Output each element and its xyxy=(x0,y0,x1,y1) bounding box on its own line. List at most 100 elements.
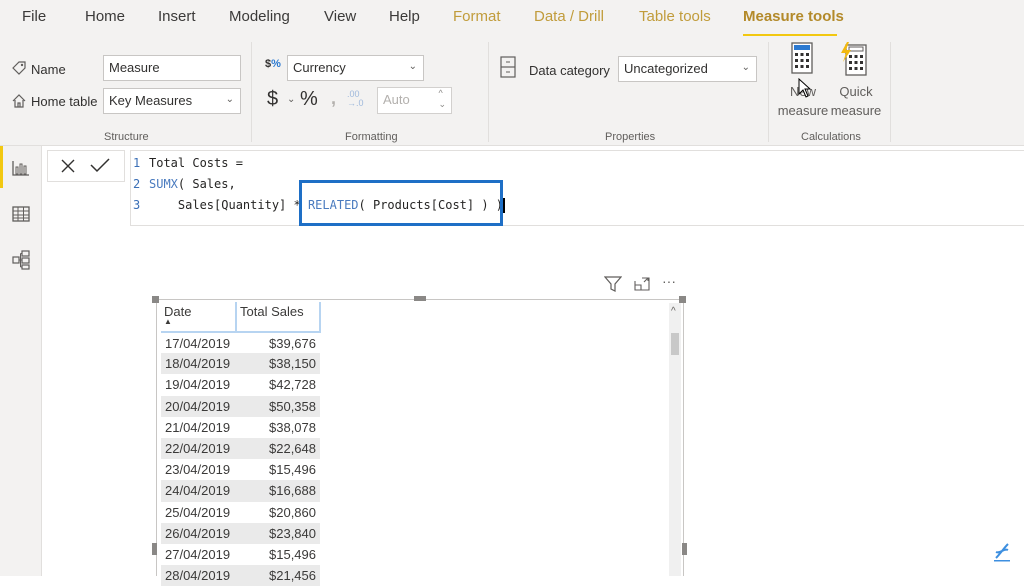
table-row: 27/04/2019 $15,496 xyxy=(161,544,320,565)
date-cell: 27/04/2019 xyxy=(165,546,231,562)
name-input[interactable]: Measure xyxy=(103,55,241,81)
active-view-indicator xyxy=(0,146,3,188)
date-cell: 25/04/2019 xyxy=(165,504,231,520)
total-sales-cell: $39,676 xyxy=(269,335,316,351)
data-category-select[interactable]: Uncategorized ⌄ xyxy=(618,56,757,82)
dax-formula-editor[interactable]: 1 Total Costs = 2 SUMX( Sales, 3 Sales[Qua… xyxy=(130,150,1024,226)
total-sales-cell: $38,150 xyxy=(236,353,320,375)
quick-measure-label-1: Quick xyxy=(839,84,873,99)
ribbon: Name Measure Home table Key Measures ⌄ St… xyxy=(0,36,1024,146)
resize-handle[interactable] xyxy=(152,543,157,555)
format-icon: $% xyxy=(265,58,281,70)
total-sales-cell: $20,860 xyxy=(269,504,316,520)
code-text: Sales[Quantity] * xyxy=(149,198,308,212)
menu-data-drill[interactable]: Data / Drill xyxy=(534,8,604,25)
menu-insert[interactable]: Insert xyxy=(158,8,196,25)
menu-table-tools[interactable]: Table tools xyxy=(639,8,711,25)
date-cell: 26/04/2019 xyxy=(161,522,236,544)
table-row: 22/04/2019 $22,648 xyxy=(161,437,320,460)
new-measure-label-2: measure xyxy=(777,103,829,118)
total-sales-cell: $15,496 xyxy=(269,546,316,562)
total-sales-cell: $23,840 xyxy=(236,522,320,544)
resize-handle[interactable] xyxy=(414,296,426,301)
formula-actions xyxy=(47,150,125,182)
currency-button[interactable]: $ xyxy=(267,88,278,111)
table-row: 25/04/2019 $20,860 xyxy=(161,502,320,523)
date-cell: 23/04/2019 xyxy=(165,462,231,478)
table-row: 18/04/2019 $38,150 xyxy=(161,353,320,375)
menu-format[interactable]: Format xyxy=(453,8,501,25)
decimal-decrease-icon[interactable]: .00 →.0 xyxy=(347,90,364,108)
menu-help[interactable]: Help xyxy=(389,8,420,25)
table-row: 24/04/2019 $16,688 xyxy=(161,480,320,502)
code-text: ( Sales, xyxy=(177,177,236,191)
properties-group-label: Properties xyxy=(605,131,656,143)
home-table-select[interactable]: Key Measures ⌄ xyxy=(103,88,241,114)
name-label: Name xyxy=(31,62,66,77)
tag-icon xyxy=(12,61,26,75)
menu-bar: File Home Insert Modeling View Help Form… xyxy=(0,0,1024,37)
vertical-scrollbar[interactable]: ^ xyxy=(669,303,681,576)
divider xyxy=(488,42,489,142)
code-text: Total Costs = xyxy=(149,156,243,170)
focus-mode-icon[interactable] xyxy=(634,277,650,291)
table-row: 23/04/2019 $15,496 xyxy=(161,459,320,480)
date-cell: 20/04/2019 xyxy=(161,395,236,417)
data-view-icon[interactable] xyxy=(11,204,31,224)
quick-measure-label-2: measure xyxy=(830,103,882,118)
scroll-up-icon[interactable]: ^ xyxy=(671,306,676,317)
home-icon xyxy=(12,94,26,108)
date-cell: 21/04/2019 xyxy=(165,419,231,435)
date-cell: 19/04/2019 xyxy=(165,377,231,393)
more-options-icon[interactable]: ··· xyxy=(662,273,676,289)
resize-handle[interactable] xyxy=(679,296,686,303)
structure-group-label: Structure xyxy=(104,131,149,143)
resize-handle[interactable] xyxy=(682,543,687,555)
commit-check-icon[interactable] xyxy=(90,157,110,173)
code-keyword: SUMX xyxy=(149,177,178,191)
divider xyxy=(890,42,891,142)
spinner-icon[interactable]: ^ ⌄ xyxy=(438,88,446,110)
column-header-label: Total Sales xyxy=(240,304,304,319)
percent-button[interactable]: % xyxy=(300,88,318,111)
total-sales-cell: $15,496 xyxy=(269,462,316,478)
menu-view[interactable]: View xyxy=(324,8,356,25)
view-switcher xyxy=(0,146,42,576)
format-select[interactable]: Currency ⌄ xyxy=(287,55,424,81)
column-header-date[interactable]: Date ▲ xyxy=(161,302,237,333)
mouse-pointer-icon xyxy=(798,78,812,98)
chevron-down-icon: ⌄ xyxy=(741,62,750,73)
menu-measure-tools[interactable]: Measure tools xyxy=(743,8,844,25)
total-sales-cell: $22,648 xyxy=(236,437,320,460)
line-number: 3 xyxy=(133,198,141,212)
cancel-icon[interactable] xyxy=(61,159,75,173)
model-view-icon[interactable] xyxy=(11,250,31,270)
date-cell: 18/04/2019 xyxy=(161,353,236,375)
chevron-down-icon: ⌄ xyxy=(408,61,417,72)
report-view-icon[interactable] xyxy=(11,158,31,178)
menu-modeling[interactable]: Modeling xyxy=(229,8,290,25)
filter-icon[interactable] xyxy=(604,276,622,292)
total-sales-cell: $16,688 xyxy=(236,480,320,502)
decimal-places-input[interactable]: Auto ^ ⌄ xyxy=(377,87,452,114)
formatting-group-label: Formatting xyxy=(345,131,398,143)
column-header-total-sales[interactable]: Total Sales xyxy=(236,302,321,333)
data-category-icon xyxy=(500,56,516,78)
total-sales-cell: $38,078 xyxy=(269,419,316,435)
menu-file[interactable]: File xyxy=(22,8,46,25)
table-row: 21/04/2019 $38,078 xyxy=(161,417,320,438)
highlight-annotation-box xyxy=(299,180,503,226)
total-sales-cell: $50,358 xyxy=(236,395,320,417)
code-line-2: 2 SUMX( Sales, xyxy=(131,174,236,195)
scrollbar-thumb[interactable] xyxy=(671,333,679,355)
quick-measure-button[interactable]: Quick measure xyxy=(829,40,883,122)
table-row: 20/04/2019 $50,358 xyxy=(161,395,320,417)
currency-dropdown-icon[interactable]: ⌄ xyxy=(287,94,295,105)
line-number: 2 xyxy=(133,177,141,191)
resize-handle[interactable] xyxy=(152,296,159,303)
comma-style-button[interactable]: , xyxy=(331,88,336,109)
text-cursor xyxy=(503,198,506,213)
menu-home[interactable]: Home xyxy=(85,8,125,25)
name-value: Measure xyxy=(109,60,160,75)
date-cell: 22/04/2019 xyxy=(161,437,236,460)
